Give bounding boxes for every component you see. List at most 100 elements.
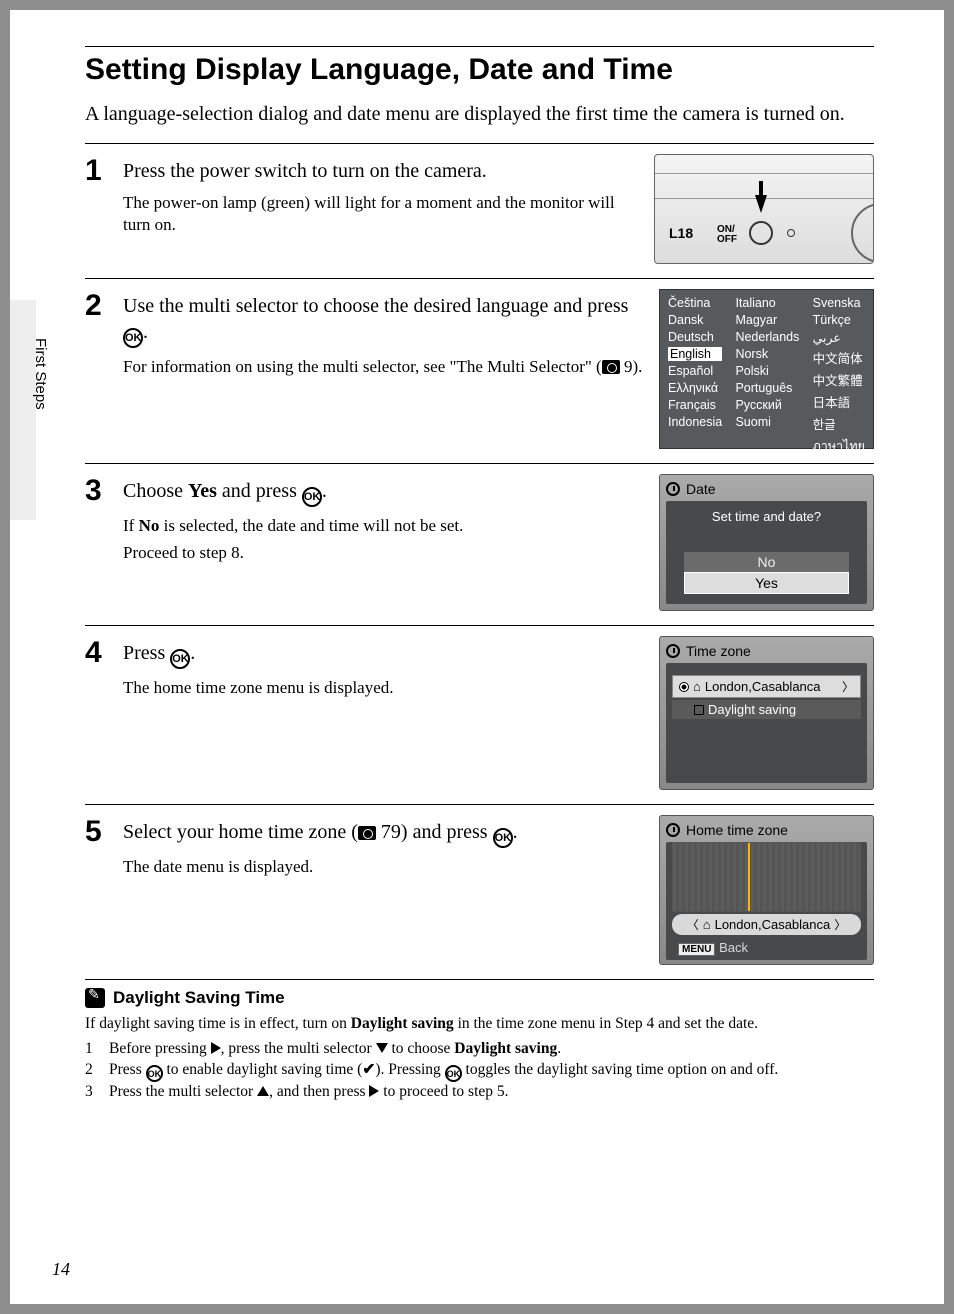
radio-icon: [679, 682, 689, 692]
step-1: 1 Press the power switch to turn on the …: [85, 143, 874, 278]
note-icon: [85, 988, 105, 1008]
camera-model-label: L18: [669, 225, 693, 241]
lang-item: Svenska: [813, 296, 865, 310]
step-3-sub: If No is selected, the date and time wil…: [123, 515, 645, 537]
step-4-title: Press OK.: [123, 640, 645, 669]
arrow-down-icon: [755, 195, 767, 213]
text: .: [322, 480, 327, 502]
checkbox-icon: [694, 705, 704, 715]
text: , press the multi selector: [221, 1040, 376, 1057]
note-item-3: 3 Press the multi selector , and then pr…: [85, 1082, 874, 1103]
daylight-label: Daylight saving: [708, 702, 796, 717]
step-1-sub: The power-on lamp (green) will light for…: [123, 192, 640, 236]
text: .: [513, 821, 518, 843]
ok-icon: OK: [445, 1065, 462, 1082]
text: toggles the daylight saving time option …: [462, 1061, 779, 1078]
triangle-up-icon: [257, 1086, 269, 1096]
step-number: 1: [85, 154, 109, 264]
text-bold: Daylight saving: [351, 1015, 454, 1032]
lang-item: Français: [668, 398, 722, 412]
daylight-row: Daylight saving: [672, 700, 861, 719]
note-title: Daylight Saving Time: [113, 988, 285, 1008]
page-number: 14: [52, 1259, 70, 1280]
lang-item: Čeština: [668, 296, 722, 310]
text: .: [190, 642, 195, 664]
ok-icon: OK: [146, 1065, 163, 1082]
step-3-sub2: Proceed to step 8.: [123, 543, 645, 563]
world-map: [672, 842, 861, 912]
home-timezone-label: 〈 ⌂ London,Casablanca 〉: [672, 914, 861, 935]
timezone-name: London,Casablanca: [715, 917, 831, 932]
lang-item: Español: [668, 364, 722, 378]
lcd-header: Date: [686, 481, 716, 497]
ok-icon: OK: [302, 487, 322, 507]
text: Choose: [123, 480, 188, 502]
option-no: No: [684, 552, 849, 572]
top-rule: [85, 46, 874, 47]
triangle-down-icon: [376, 1043, 388, 1053]
lcd-header: Time zone: [686, 643, 751, 659]
clock-icon: [666, 482, 680, 496]
text: Press: [123, 642, 170, 664]
triangle-right-icon: [211, 1042, 221, 1054]
intro-text: A language-selection dialog and date men…: [85, 101, 874, 127]
timezone-label: London,Casablanca: [705, 679, 838, 694]
lang-item: Nederlands: [735, 330, 799, 344]
text-bold: Yes: [188, 480, 217, 502]
lang-item: Português: [735, 381, 799, 395]
power-button-icon: [749, 221, 773, 245]
lang-item: Deutsch: [668, 330, 722, 344]
lang-item: Magyar: [735, 313, 799, 327]
lang-item: 中文简体: [813, 348, 865, 367]
text: If daylight saving time is in effect, tu…: [85, 1015, 351, 1032]
step-5-title: Select your home time zone ( 79) and pre…: [123, 819, 645, 848]
language-menu-figure: Čeština Dansk Deutsch English Español Ελ…: [659, 289, 874, 449]
clock-icon: [666, 644, 680, 658]
text: .: [143, 321, 148, 343]
page-title: Setting Display Language, Date and Time: [85, 53, 874, 87]
side-tab: [10, 300, 36, 520]
lang-item: Suomi: [735, 415, 799, 429]
lang-item: Dansk: [668, 313, 722, 327]
lang-item: Polski: [735, 364, 799, 378]
text: For information on using the multi selec…: [123, 357, 602, 376]
lang-item: Italiano: [735, 296, 799, 310]
step-2-sub: For information on using the multi selec…: [123, 356, 645, 378]
ok-icon: OK: [123, 328, 143, 348]
text: to choose: [388, 1040, 455, 1057]
text: 9).: [620, 357, 643, 376]
lang-col-1: Čeština Dansk Deutsch English Español Ελ…: [668, 296, 722, 456]
power-switch-figure: L18 ON/OFF: [654, 154, 874, 264]
date-dialog-figure: Date Set time and date? No Yes: [659, 474, 874, 611]
text: Select your home time zone (: [123, 821, 358, 843]
timezone-row: ⌂ London,Casablanca 〉: [672, 675, 861, 698]
text: 79) and press: [376, 821, 493, 843]
timezone-dialog-figure: Time zone ⌂ London,Casablanca 〉 Daylight…: [659, 636, 874, 790]
text: ). Pressing: [375, 1061, 444, 1078]
text: Use the multi selector to choose the des…: [123, 295, 628, 317]
lang-item: Русский: [735, 398, 799, 412]
home-icon: ⌂: [703, 917, 711, 932]
ok-icon: OK: [170, 649, 190, 669]
step-2-title: Use the multi selector to choose the des…: [123, 293, 645, 348]
lang-col-3: Svenska Türkçe عربي 中文简体 中文繁體 日本語 한글 ภาษ…: [813, 296, 865, 456]
text: Press the multi selector: [109, 1083, 257, 1100]
text: If: [123, 516, 139, 535]
text: in the time zone menu in Step 4 and set …: [454, 1015, 758, 1032]
chevron-right-icon: 〉: [842, 678, 854, 695]
back-label: Back: [719, 940, 748, 955]
menu-button-icon: MENU: [678, 943, 715, 956]
step-number: 3: [85, 474, 109, 611]
lang-item: Norsk: [735, 347, 799, 361]
note-paragraph: If daylight saving time is in effect, tu…: [85, 1014, 874, 1035]
ok-icon: OK: [493, 828, 513, 848]
option-yes: Yes: [684, 572, 849, 594]
note-item-2: 2 Press OK to enable daylight saving tim…: [85, 1060, 874, 1082]
step-3-title: Choose Yes and press OK.: [123, 478, 645, 507]
text: and press: [217, 480, 302, 502]
step-5-sub: The date menu is displayed.: [123, 856, 645, 878]
lang-item: Indonesia: [668, 415, 722, 429]
lang-item: Ελληνικά: [668, 381, 722, 395]
note-item-1: 1 Before pressing , press the multi sele…: [85, 1039, 874, 1060]
back-row: MENU Back: [666, 937, 867, 958]
